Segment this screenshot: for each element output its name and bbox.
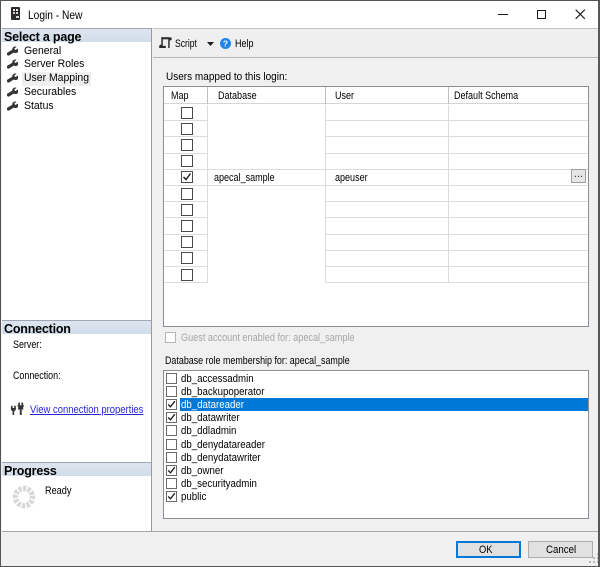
svg-text:?: ?: [222, 38, 227, 48]
